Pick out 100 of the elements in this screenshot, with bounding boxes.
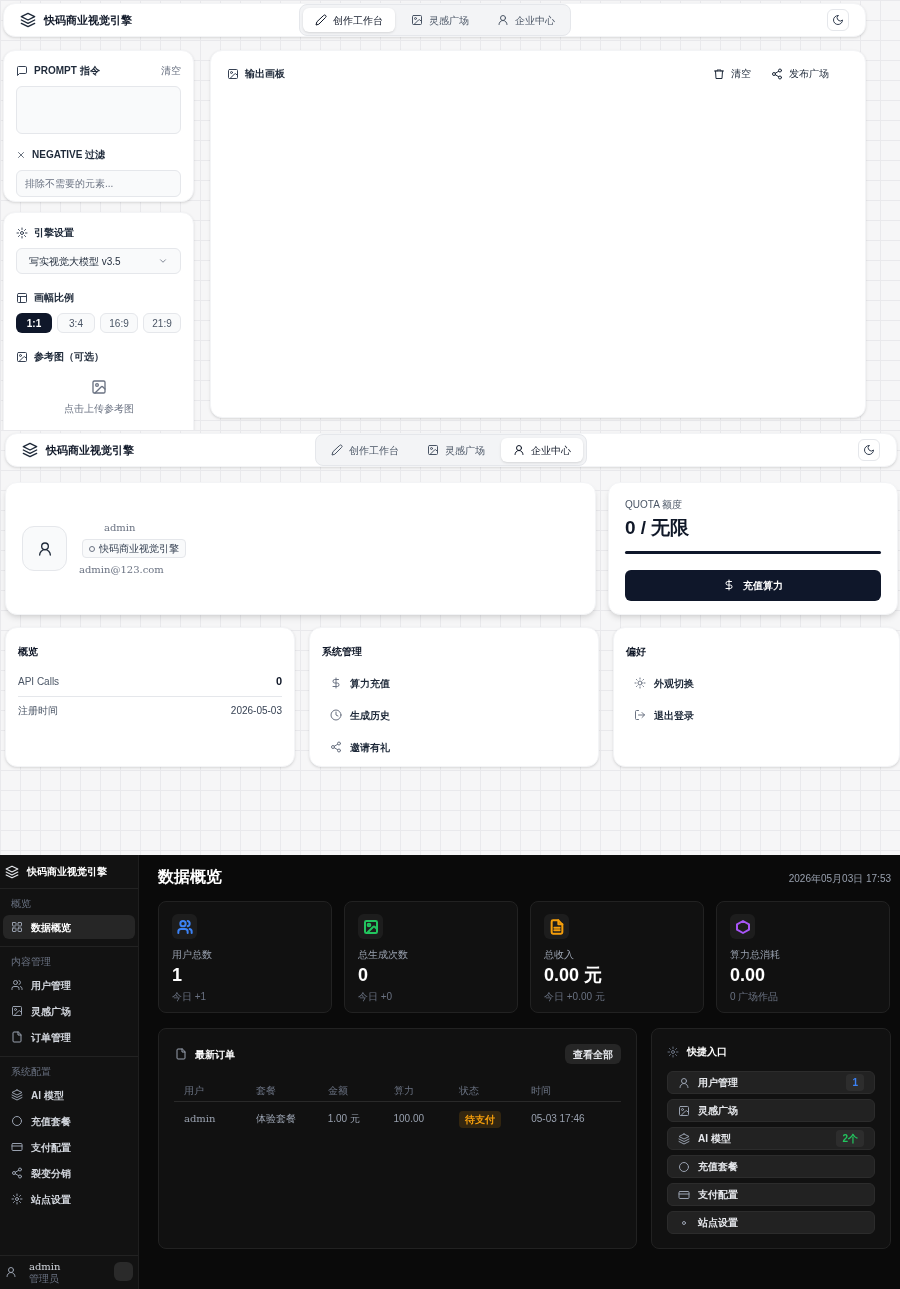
ratio-option[interactable]: 1:1 bbox=[16, 313, 52, 333]
toolbar-button[interactable]: 发布广场 bbox=[771, 66, 829, 81]
layers-icon bbox=[11, 1089, 23, 1101]
sidebar-item[interactable]: 裂变分销 bbox=[3, 1161, 135, 1185]
sidebar-item[interactable]: 充值套餐 bbox=[3, 1109, 135, 1133]
trash-icon bbox=[713, 67, 725, 80]
nav-tab[interactable]: 灵感广场 bbox=[398, 8, 481, 32]
column-header: 状态 bbox=[459, 1084, 481, 1098]
layout-icon bbox=[16, 291, 28, 304]
view-all-button[interactable]: 查看全部 bbox=[565, 1044, 621, 1064]
section-title: 引擎设置 bbox=[34, 226, 74, 240]
clear-link[interactable]: 清空 bbox=[161, 63, 181, 78]
user-icon bbox=[36, 540, 53, 557]
image-icon bbox=[90, 378, 107, 395]
chat-bubble-icon bbox=[16, 64, 28, 77]
user-icon bbox=[5, 1266, 17, 1278]
layers-icon bbox=[22, 442, 38, 458]
recharge-button[interactable]: 充值算力 bbox=[625, 569, 881, 601]
stat-label: 注册时间 bbox=[18, 703, 58, 718]
menu-item[interactable]: 外观切换 bbox=[626, 667, 702, 699]
section-title: NEGATIVE 过滤 bbox=[32, 148, 106, 162]
dollar-icon bbox=[723, 579, 735, 591]
sidebar-item[interactable]: 灵感广场 bbox=[3, 999, 135, 1023]
dollar-icon bbox=[330, 677, 342, 689]
nav-tab[interactable]: 灵感广场 bbox=[415, 438, 497, 462]
sidebar-item[interactable]: AI 模型 bbox=[3, 1083, 135, 1107]
stat-value: 2026-05-03 bbox=[230, 703, 282, 718]
users-icon bbox=[11, 979, 23, 991]
stat-label: API Calls bbox=[18, 674, 60, 689]
user-icon bbox=[496, 14, 509, 26]
sidebar-item[interactable]: 用户管理 bbox=[3, 973, 135, 997]
nav-tab[interactable]: 创作工作台 bbox=[302, 8, 395, 32]
menu-item[interactable]: 算力充值 bbox=[322, 667, 398, 699]
sidebar-group-title: 内容管理 bbox=[10, 955, 52, 969]
moon-icon bbox=[832, 14, 844, 26]
sidebar-item[interactable]: 订单管理 bbox=[3, 1025, 135, 1049]
menu-item[interactable]: 退出登录 bbox=[626, 699, 702, 731]
shortcut-item[interactable]: 支付配置 bbox=[667, 1183, 875, 1206]
card-title: 快捷入口 bbox=[687, 1045, 727, 1059]
quota-value: 0 / 无限 bbox=[625, 516, 691, 540]
stat-value: 0.00 bbox=[730, 964, 767, 987]
grid-icon bbox=[11, 921, 23, 933]
image-icon bbox=[227, 67, 239, 80]
nav-tab[interactable]: 企业中心 bbox=[484, 8, 567, 32]
ratio-option[interactable]: 16:9 bbox=[100, 313, 138, 333]
image-icon bbox=[11, 1005, 23, 1017]
ratio-option[interactable]: 21:9 bbox=[143, 313, 181, 333]
shortcut-item[interactable]: AI 模型 2个 bbox=[667, 1127, 875, 1150]
nav-tab[interactable]: 创作工作台 bbox=[319, 438, 411, 462]
clock-icon bbox=[330, 709, 342, 721]
page-title: 数据概览 bbox=[158, 867, 222, 887]
image-icon bbox=[410, 14, 423, 26]
model-select[interactable]: 写实视觉大模型 v3.5 bbox=[16, 248, 181, 274]
stat-value: 0.00 元 bbox=[544, 964, 604, 987]
shortcut-item[interactable]: 站点设置 bbox=[667, 1211, 875, 1234]
section-title: 参考图（可选） bbox=[34, 350, 104, 364]
share-icon bbox=[771, 67, 783, 80]
file-icon bbox=[175, 1048, 187, 1060]
brand-name: 快码商业视觉引擎 bbox=[44, 12, 132, 28]
status-tag: 待支付 bbox=[459, 1111, 502, 1128]
shortcut-item[interactable]: 充值套餐 bbox=[667, 1155, 875, 1178]
menu-item[interactable]: 生成历史 bbox=[322, 699, 398, 731]
credit-card-icon bbox=[11, 1141, 23, 1153]
stat-label: 总收入 bbox=[544, 948, 575, 962]
menu-item[interactable]: 邀请有礼 bbox=[322, 731, 398, 763]
sun-icon bbox=[634, 677, 646, 689]
theme-toggle[interactable] bbox=[858, 439, 880, 461]
brand-name: 快码商业视觉引擎 bbox=[46, 442, 134, 458]
prompt-field[interactable] bbox=[16, 86, 181, 134]
stat-label: 算力总消耗 bbox=[730, 948, 781, 962]
chevron-down-icon bbox=[158, 256, 168, 266]
toolbar-button[interactable]: 清空 bbox=[713, 66, 751, 81]
nav-tab[interactable]: 企业中心 bbox=[501, 438, 583, 462]
ratio-option[interactable]: 3:4 bbox=[57, 313, 95, 333]
quota-label: QUOTA 额度 bbox=[625, 498, 684, 512]
share-icon bbox=[11, 1167, 23, 1179]
stat-value: 0 bbox=[275, 674, 282, 689]
circle-icon bbox=[11, 1115, 23, 1127]
column-header: 用户 bbox=[184, 1084, 205, 1098]
user-icon bbox=[513, 444, 525, 456]
circle-icon bbox=[678, 1160, 690, 1173]
sidebar-item[interactable]: 数据概览 bbox=[3, 915, 135, 939]
stat-note: 0 广场作品 bbox=[730, 989, 780, 1004]
theme-toggle[interactable] bbox=[827, 9, 849, 31]
negative-field[interactable]: 排除不需要的元素... bbox=[16, 170, 181, 197]
shortcut-item[interactable]: 灵感广场 bbox=[667, 1099, 875, 1122]
layers-icon bbox=[678, 1132, 690, 1145]
upload-area[interactable]: 点击上传参考图 bbox=[16, 372, 181, 422]
sidebar-item[interactable]: 站点设置 bbox=[3, 1187, 135, 1211]
sidebar-item[interactable]: 支付配置 bbox=[3, 1135, 135, 1159]
stat-label: 用户总数 bbox=[172, 948, 213, 962]
card-title: 最新订单 bbox=[195, 1047, 235, 1062]
org-tag: 快码商业视觉引擎 bbox=[82, 539, 186, 558]
user-role: 管理员 bbox=[29, 1274, 60, 1284]
image-icon bbox=[16, 350, 28, 363]
sidebar-group-title: 系统配置 bbox=[10, 1065, 52, 1079]
section-title: 画幅比例 bbox=[34, 291, 74, 305]
shortcut-item[interactable]: 用户管理 1 bbox=[667, 1071, 875, 1094]
logout-icon bbox=[634, 709, 646, 721]
user-icon bbox=[678, 1076, 690, 1089]
